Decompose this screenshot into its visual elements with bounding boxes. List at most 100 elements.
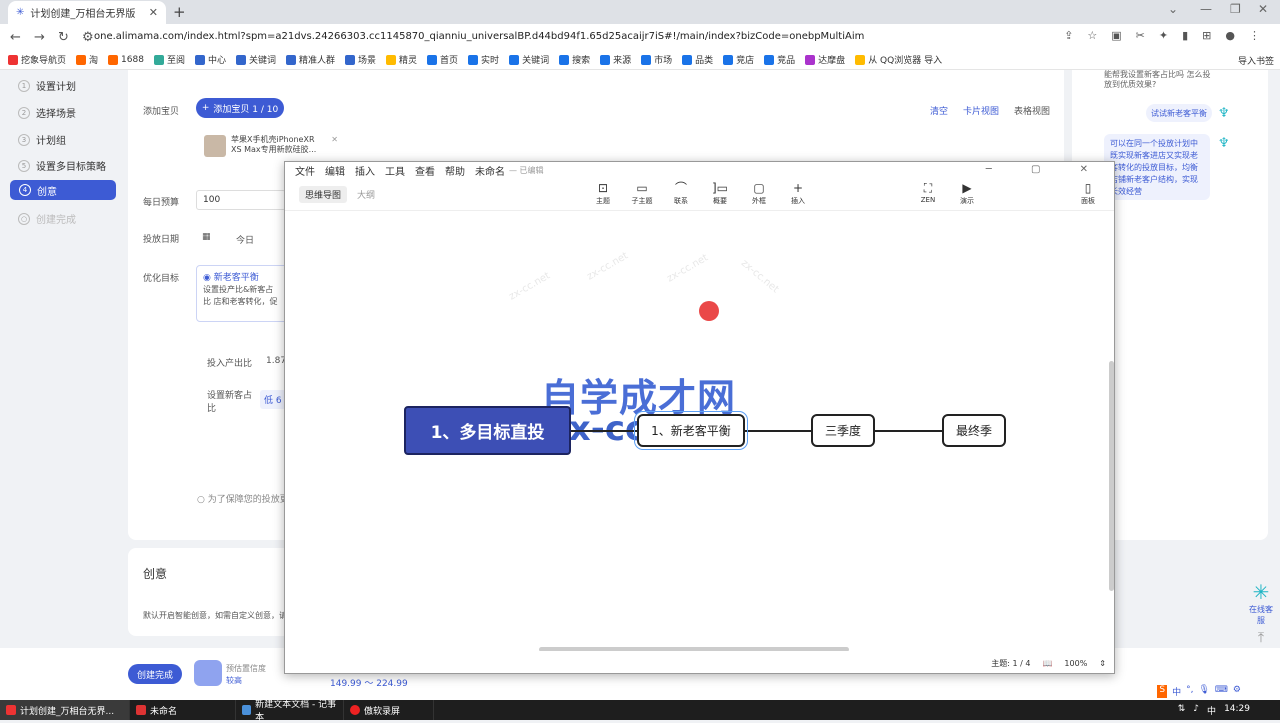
bookmark-item[interactable]: 竞品 <box>764 53 795 66</box>
bookmark-item[interactable]: 精灵 <box>386 53 417 66</box>
taskbar-item-browser[interactable]: 计划创建_万相台无界... <box>0 700 130 720</box>
topic-tool[interactable]: ⊡ 主题 <box>585 182 621 206</box>
card-view-button[interactable]: 卡片视图 <box>963 104 999 117</box>
summary-tool[interactable]: ]▭ 概要 <box>702 182 738 206</box>
new-tab-button[interactable]: + <box>173 3 186 21</box>
create-done-button[interactable]: 创建完成 <box>128 664 182 684</box>
date-today-option[interactable]: 今日 <box>236 233 254 246</box>
bookmark-item[interactable]: 关键词 <box>235 53 276 66</box>
menu-file[interactable]: 文件 <box>295 163 315 178</box>
bookmark-item[interactable]: 市场 <box>641 53 672 66</box>
subtopic-tool[interactable]: ▭ 子主题 <box>624 182 660 206</box>
menu-edit[interactable]: 编辑 <box>325 163 345 178</box>
step-setup-plan[interactable]: 1 设置计划 <box>18 78 76 93</box>
map-book-icon[interactable]: 📖 <box>1042 659 1052 668</box>
zoom-level[interactable]: 100% <box>1064 659 1087 668</box>
present-tool[interactable]: ▶ 演示 <box>949 182 985 206</box>
step-multi-target[interactable]: 5 设置多目标策略 <box>18 158 106 173</box>
browser-tab[interactable]: ✳ 计划创建_万相台无界版 ✕ <box>8 1 166 24</box>
bookmark-item[interactable]: 来源 <box>600 53 631 66</box>
back-to-top-icon[interactable]: ⤒ <box>1248 630 1274 646</box>
menu-insert[interactable]: 插入 <box>355 163 375 178</box>
clear-button[interactable]: 清空 <box>930 104 948 117</box>
remove-product-icon[interactable]: ✕ <box>331 135 338 163</box>
tab-mindmap[interactable]: 思维导图 <box>299 186 348 203</box>
add-item-button[interactable]: + 添加宝贝 1 / 10 <box>196 98 284 118</box>
scissors-icon[interactable]: ✂ <box>1136 29 1145 42</box>
vertical-scrollbar[interactable] <box>1109 361 1114 591</box>
mindmap-node-q3[interactable]: 三季度 <box>811 414 875 447</box>
close-tab-icon[interactable]: ✕ <box>149 6 158 19</box>
insert-tool[interactable]: + 插入 <box>780 182 816 206</box>
zoom-stepper-icon[interactable]: ⇕ <box>1099 659 1106 668</box>
mindmap-root-node[interactable]: 1、多目标直投 <box>404 406 571 455</box>
panel-tool[interactable]: ▯ 面板 <box>1070 182 1106 206</box>
extension-icon[interactable]: ▣ <box>1111 29 1121 42</box>
url-field[interactable]: one.alimama.com/index.html?spm=a21dvs.24… <box>94 31 864 42</box>
boundary-tool[interactable]: ▢ 外框 <box>741 182 777 206</box>
save-status: — 已编辑 <box>509 165 544 175</box>
taskbar-item-mindmap[interactable]: 未命名 <box>130 700 236 720</box>
step-choose-scene[interactable]: 2 选择场景 <box>18 105 76 120</box>
bookmark-item[interactable]: 达摩盘 <box>805 53 845 66</box>
document-name[interactable]: 未命名 <box>475 163 505 178</box>
close-window-icon[interactable]: ✕ <box>1258 2 1268 16</box>
radio-checked-icon[interactable]: ◉ <box>203 273 211 283</box>
bookmark-item[interactable]: 精准人群 <box>285 53 335 66</box>
zen-tool[interactable]: ⛶ ZEN <box>910 182 946 205</box>
minimize-icon[interactable]: — <box>1200 2 1212 16</box>
puzzle-icon[interactable]: ✦ <box>1159 29 1168 42</box>
menu-icon[interactable]: ⋮ <box>1249 29 1260 42</box>
bookmark-item[interactable]: 实时 <box>468 53 499 66</box>
bookmark-item[interactable]: 至阅 <box>153 53 185 66</box>
bookmark-item[interactable]: 淘 <box>76 53 98 66</box>
mindmap-canvas[interactable]: zx-cc.net zx-cc.net zx-cc.net zx-cc.net … <box>285 211 1114 651</box>
bookmark-item[interactable]: 从 QQ浏览器 导入 <box>855 53 942 66</box>
taskbar-item-recorder[interactable]: 傲软录屏 <box>344 700 434 720</box>
mindmap-node-final-season[interactable]: 最终季 <box>942 414 1006 447</box>
back-icon[interactable]: ← <box>10 30 24 45</box>
mindmap-window-controls[interactable]: ─ ▢ ✕ <box>986 164 1106 175</box>
import-bookmarks[interactable]: 导入书签 <box>1238 54 1274 67</box>
table-view-button[interactable]: 表格视图 <box>1014 104 1050 117</box>
bookmark-item[interactable]: 关键词 <box>509 53 549 66</box>
step-creative-active[interactable]: 4 创意 <box>10 180 116 200</box>
present-icon: ▶ <box>962 181 972 195</box>
bookmark-item[interactable]: 场景 <box>345 53 376 66</box>
bookmark-item[interactable]: 1688 <box>108 54 144 65</box>
step-plan-group[interactable]: 3 计划组 <box>18 132 66 147</box>
ratio-select[interactable]: 低 6 <box>260 390 286 409</box>
bookmark-item[interactable]: 首页 <box>427 53 458 66</box>
system-tray[interactable]: ⇅ ♪ 中 <box>1178 704 1216 717</box>
online-support-widget[interactable]: ✳ 在线客服 ⤒ <box>1248 580 1274 650</box>
try-balance-button[interactable]: 试试新老客平衡 <box>1146 104 1212 122</box>
ime-toolbar[interactable]: S 中 °, 🎙 ⌨ ⚙ <box>1154 683 1244 700</box>
bookmark-item[interactable]: 竞店 <box>723 53 754 66</box>
bookmark-item[interactable]: 搜索 <box>559 53 590 66</box>
bookmark-star-icon[interactable]: ☆ <box>1087 29 1097 42</box>
guarantee-checkbox[interactable]: ○ 为了保障您的投放更 <box>197 492 289 505</box>
restore-icon[interactable]: ❐ <box>1230 2 1241 16</box>
bookmark-item[interactable]: 挖象导航页 <box>8 53 66 66</box>
horizontal-scrollbar[interactable] <box>539 647 849 651</box>
forward-icon[interactable]: → <box>34 30 48 45</box>
bookmark-item[interactable]: 中心 <box>194 53 226 66</box>
calendar-icon[interactable]: ▦ <box>202 232 211 242</box>
menu-help[interactable]: 帮助 <box>445 163 465 178</box>
taskbar-item-notepad[interactable]: 新建文本文档 - 记事本 <box>236 700 344 723</box>
budget-input[interactable]: 100 <box>196 190 286 210</box>
sidebar-icon[interactable]: ▮ <box>1182 29 1188 42</box>
share-icon[interactable]: ⇪ <box>1064 29 1073 42</box>
reload-icon[interactable]: ↻ <box>58 30 72 45</box>
bookmark-item[interactable]: 品类 <box>682 53 713 66</box>
relation-tool[interactable]: ⌒ 联系 <box>663 182 699 206</box>
mindmap-node-new-old-balance[interactable]: 1、新老客平衡 <box>634 411 748 450</box>
menu-tools[interactable]: 工具 <box>385 163 405 178</box>
apps-icon[interactable]: ⊞ <box>1202 29 1211 42</box>
profile-icon[interactable]: ● <box>1225 29 1235 42</box>
chevron-down-icon[interactable]: ⌄ <box>1168 2 1178 16</box>
optimize-option-card[interactable]: ◉ 新老客平衡 设置投产比&新客占比 店和老客转化，促 <box>196 265 288 322</box>
tab-outline[interactable]: 大纲 <box>351 186 381 203</box>
bookmark-favicon-icon <box>386 54 397 65</box>
menu-view[interactable]: 查看 <box>415 163 435 178</box>
